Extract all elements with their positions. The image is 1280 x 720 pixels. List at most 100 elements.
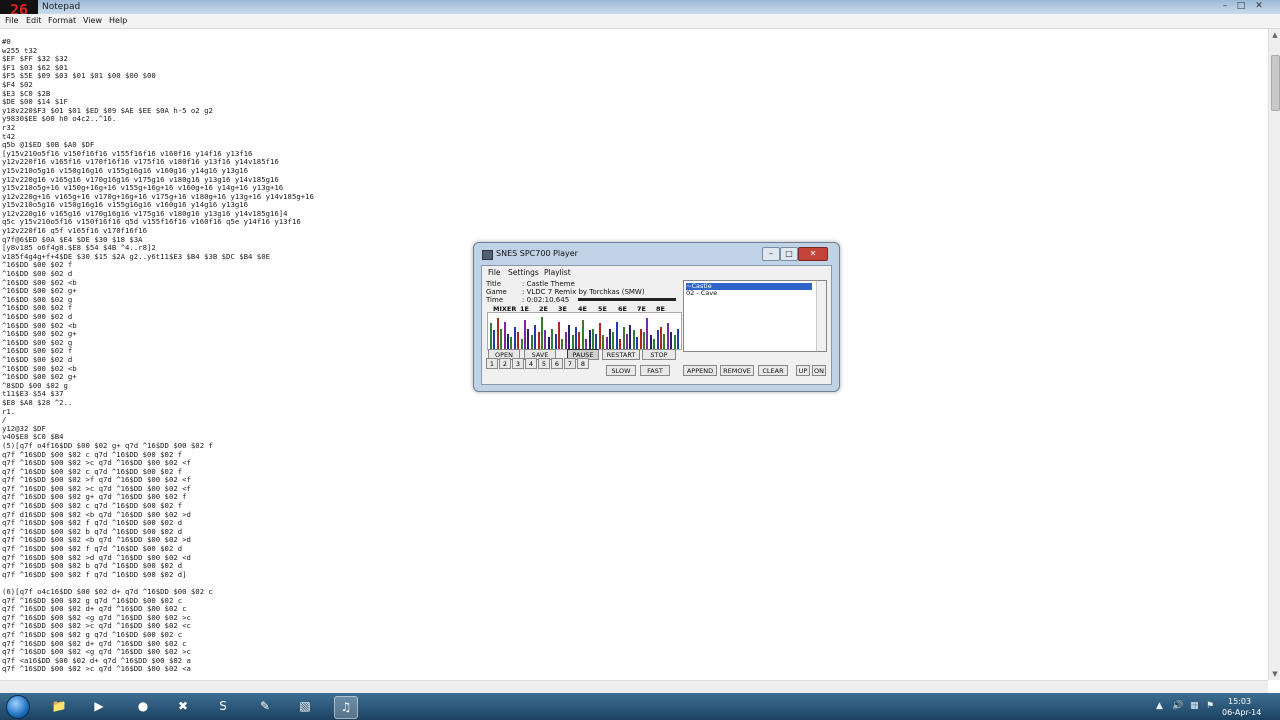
visualizer-bar (592, 329, 594, 349)
spc-menu-playlist[interactable]: Playlist (544, 268, 571, 277)
visualizer-bar (527, 329, 530, 349)
clear-button[interactable]: CLEAR (758, 365, 788, 376)
flag-icon[interactable]: ⚑ (1206, 701, 1214, 711)
slow-button[interactable]: SLOW (606, 365, 636, 376)
visualizer-bar (571, 335, 574, 349)
start-button[interactable] (6, 695, 30, 719)
channel-toggle-1[interactable]: 1 (486, 358, 498, 369)
menu-file[interactable]: File (5, 16, 18, 25)
time-value: : 0:02:10.645 (522, 296, 570, 304)
playlist-scrollbar[interactable] (816, 281, 826, 351)
spc-minimize-icon[interactable]: – (762, 247, 780, 261)
maximize-icon[interactable]: □ (1234, 1, 1248, 12)
visualizer-bar (510, 337, 513, 349)
spc-menu-file[interactable]: File (488, 268, 501, 277)
spc-app-icon (482, 250, 493, 260)
folder-icon[interactable]: 📁 (48, 696, 70, 717)
channel-toggle-2[interactable]: 2 (499, 358, 511, 369)
window-title: Notepad (42, 2, 81, 12)
visualizer-bar (534, 325, 537, 349)
visualizer-bar (622, 327, 625, 349)
window-titlebar[interactable]: 26 Notepad – □ ✕ (0, 0, 1280, 20)
channel-toggle-7[interactable]: 7 (564, 358, 576, 369)
notepad-icon[interactable]: ✎ (254, 696, 276, 717)
visualizer-bar (588, 330, 591, 349)
visualizer-bar (619, 339, 622, 349)
visualizer-bar (581, 320, 584, 349)
visualizer-bar (493, 330, 496, 349)
visualizer-bar (541, 317, 543, 349)
menu-format[interactable]: Format (48, 16, 76, 25)
visualizer-bar (547, 337, 550, 349)
visualizer-bar (670, 332, 673, 349)
game-label: Game (486, 288, 507, 296)
tray-expand-icon[interactable]: ▲ (1156, 701, 1163, 711)
skype-icon[interactable]: S (212, 696, 234, 717)
on-button[interactable]: ON (812, 365, 826, 376)
channel-toggle-3[interactable]: 3 (512, 358, 524, 369)
visualizer-bar (656, 330, 659, 349)
visualizer-bar (666, 323, 669, 349)
seek-bar[interactable] (578, 298, 676, 301)
fast-button[interactable]: FAST (640, 365, 670, 376)
spc-window-title: SNES SPC700 Player (496, 249, 578, 258)
app-icon[interactable]: ✖ (172, 696, 194, 717)
channel-visualizer (487, 312, 682, 350)
scrollbar-thumb[interactable] (1271, 55, 1280, 111)
visualizer-bar (513, 327, 516, 349)
visualizer-bar (643, 332, 645, 349)
title-value: : Castle Theme (522, 280, 575, 288)
visualizer-bar (646, 318, 649, 349)
visualizer-bar (595, 334, 598, 349)
visualizer-bar (520, 339, 523, 349)
channel-toggle-6[interactable]: 6 (551, 358, 563, 369)
playlist-box[interactable]: ~Castle 02 - Cave (683, 280, 827, 352)
remove-button[interactable]: REMOVE (720, 365, 754, 376)
spc-close-icon[interactable]: ✕ (798, 247, 828, 261)
restart-button[interactable]: RESTART (602, 349, 640, 360)
visualizer-bar (500, 329, 503, 349)
visualizer-bar (663, 334, 666, 349)
chrome-icon[interactable]: ● (132, 696, 154, 717)
menu-edit[interactable]: Edit (26, 16, 42, 25)
menu-view[interactable]: View (83, 16, 102, 25)
spc-player-taskbar-icon[interactable]: ♫ (334, 696, 358, 719)
playlist-item[interactable]: 02 - Cave (686, 290, 812, 297)
scroll-down-icon[interactable]: ▼ (1269, 668, 1280, 680)
horizontal-scrollbar[interactable] (0, 680, 1268, 693)
visualizer-bar (537, 332, 540, 349)
visualizer-bar (660, 327, 662, 349)
scroll-up-icon[interactable]: ▲ (1269, 29, 1280, 41)
volume-icon[interactable]: 🔊 (1172, 701, 1183, 711)
append-button[interactable]: APPEND (683, 365, 717, 376)
visualizer-bar (558, 322, 560, 349)
visualizer-bar (598, 323, 601, 349)
spc-menu-settings[interactable]: Settings (508, 268, 539, 277)
up-button[interactable]: UP (796, 365, 810, 376)
menu-help[interactable]: Help (109, 16, 127, 25)
media-player-icon[interactable]: ▶ (88, 696, 110, 717)
visualizer-bar (578, 332, 581, 349)
spc-maximize-icon[interactable]: □ (780, 247, 798, 261)
visualizer-bar (615, 322, 618, 349)
visualizer-bar (554, 334, 557, 349)
close-icon[interactable]: ✕ (1252, 1, 1266, 12)
visualizer-bar (517, 332, 520, 349)
visualizer-bar (490, 323, 492, 349)
minimize-icon[interactable]: – (1218, 1, 1232, 12)
visualizer-bar (649, 335, 652, 349)
menubar: File Edit Format View Help (0, 14, 1280, 29)
terminal-icon[interactable]: ▧ (294, 696, 316, 717)
stop-button[interactable]: STOP (642, 349, 676, 360)
visualizer-bar (629, 325, 632, 349)
visualizer-bar (524, 320, 526, 349)
title-label: Title (486, 280, 502, 288)
channel-toggle-8[interactable]: 8 (577, 358, 589, 369)
channel-toggle-5[interactable]: 5 (538, 358, 550, 369)
vertical-scrollbar[interactable]: ▲ ▼ (1268, 29, 1280, 680)
clock-time[interactable]: 15:03 (1228, 697, 1251, 706)
clock-date[interactable]: 06-Apr-14 (1222, 708, 1261, 717)
network-icon[interactable]: ▦ (1190, 701, 1199, 711)
channel-toggle-4[interactable]: 4 (525, 358, 537, 369)
visualizer-bar (503, 322, 506, 349)
